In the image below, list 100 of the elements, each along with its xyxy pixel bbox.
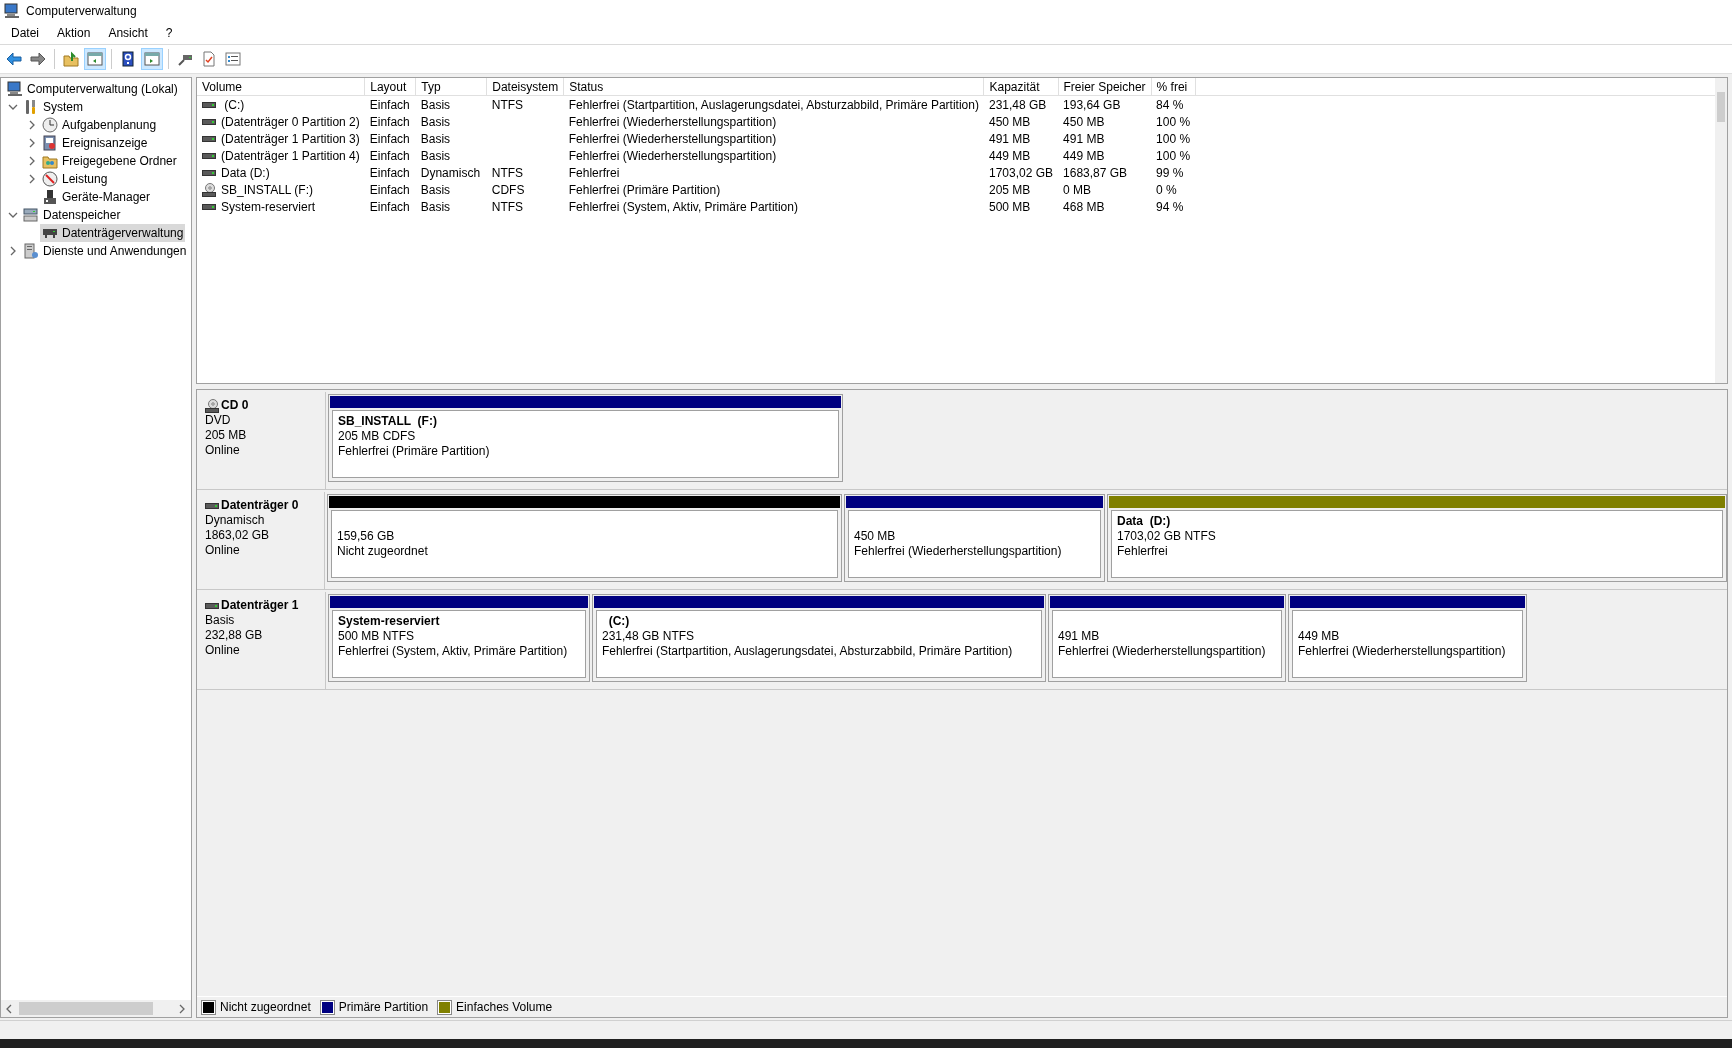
tree-item[interactable]: Leistung	[40, 170, 110, 188]
partition-name: System-reserviert	[338, 614, 441, 629]
partition-status: Fehlerfrei (Startpartition, Auslagerungsdatei, Absturzabbild, Primäre Partition)	[602, 644, 1014, 659]
table-cell: 100 %	[1156, 114, 1191, 129]
table-cell: (Datenträger 0 Partition 2)	[221, 114, 360, 129]
help-icon	[120, 51, 136, 67]
tree-item[interactable]: Geräte-Manager	[40, 188, 153, 206]
table-cell: Einfach	[369, 148, 410, 163]
horizontal-scrollbar[interactable]	[1, 1000, 191, 1017]
partition-block[interactable]: (C:) 231,48 GB NTFS Fehlerfrei (Startpartition, Auslagerungsdatei, Absturzabbild, Primäre Partition)	[592, 594, 1046, 682]
partition-name: (C:)	[607, 614, 631, 629]
disk-name: Datenträger 1	[221, 598, 299, 613]
menu-item[interactable]: ?	[156, 26, 182, 40]
computer-icon	[4, 3, 20, 19]
table-cell: 491 MB	[1063, 131, 1105, 146]
table-cell: Einfach	[369, 199, 410, 214]
optical-drive-icon	[205, 398, 219, 413]
table-cell: 1703,02 GB	[988, 165, 1054, 180]
menu-item[interactable]: Aktion	[48, 26, 100, 40]
storage-icon	[23, 207, 39, 223]
table-cell: (Datenträger 1 Partition 3)	[221, 131, 360, 146]
tree-item[interactable]: Datenträgerverwaltung	[40, 224, 186, 242]
table-cell: NTFS	[491, 97, 524, 112]
table-cell: 0 MB	[1063, 182, 1092, 197]
table-cell: Fehlerfrei (Primäre Partition)	[568, 182, 721, 197]
column-header[interactable]: Freier Speicher	[1058, 78, 1152, 96]
column-header[interactable]: Status	[563, 78, 984, 96]
partition-block[interactable]: 450 MB Fehlerfrei (Wiederherstellungspartition)	[844, 494, 1105, 582]
table-cell: Basis	[420, 148, 451, 163]
table-cell: 84 %	[1156, 97, 1184, 112]
legend-label: Nicht zugeordnet	[220, 1000, 311, 1014]
check-document-icon	[201, 51, 217, 67]
disk-state: Online	[205, 543, 241, 558]
back-arrow-icon	[6, 51, 22, 67]
table-cell: Einfach	[369, 165, 410, 180]
column-header[interactable]: Kapazität	[983, 78, 1059, 96]
table-cell: 450 MB	[988, 114, 1031, 129]
table-cell: 1683,87 GB	[1063, 165, 1128, 180]
table-cell: Einfach	[369, 97, 410, 112]
table-cell: Basis	[420, 182, 451, 197]
table-cell: Basis	[420, 131, 451, 146]
legend-label: Primäre Partition	[338, 1000, 429, 1014]
partition-status: Fehlerfrei (Primäre Partition)	[338, 444, 491, 459]
vertical-scrollbar[interactable]	[1715, 78, 1727, 383]
partition-status: Fehlerfrei (Wiederherstellungspartition)	[1058, 644, 1267, 659]
table-cell: Fehlerfrei (Wiederherstellungspartition)	[568, 114, 777, 129]
partition-size: 450 MB	[854, 529, 897, 544]
menu-item[interactable]: Ansicht	[99, 26, 157, 40]
tree-item[interactable]: Datenspeicher	[21, 206, 123, 224]
partition-name: Data (D:)	[1117, 514, 1172, 529]
partition-block[interactable]: 159,56 GB Nicht zugeordnet	[327, 494, 842, 582]
table-cell: 100 %	[1156, 148, 1191, 163]
table-cell: (Datenträger 1 Partition 4)	[221, 148, 360, 163]
disk-name: Datenträger 0	[221, 498, 299, 513]
table-cell: Einfach	[369, 114, 410, 129]
clock-icon	[42, 117, 58, 133]
tree-item[interactable]: Dienste und Anwendungen	[21, 242, 189, 260]
pane-layout-icon	[87, 51, 103, 67]
log-book-icon	[42, 135, 58, 151]
disk-type: DVD	[205, 413, 232, 428]
table-cell: Fehlerfrei (System, Aktiv, Primäre Partition)	[568, 199, 798, 214]
table-cell: Basis	[420, 199, 451, 214]
disk-drive-icon	[202, 202, 216, 211]
column-header[interactable]: Layout	[364, 78, 416, 96]
tree-item[interactable]: System	[21, 98, 85, 116]
column-header[interactable]: Typ	[415, 78, 487, 96]
partition-block[interactable]: System-reserviert 500 MB NTFS Fehlerfrei (System, Aktiv, Primäre Partition)	[328, 594, 590, 682]
tree-item[interactable]: Computerverwaltung (Lokal)	[5, 80, 180, 98]
partition-size: 205 MB CDFS	[338, 429, 417, 444]
disk-size: 205 MB	[205, 428, 248, 443]
column-header[interactable]: Volume	[197, 78, 365, 96]
partition-size: 491 MB	[1058, 629, 1101, 644]
table-cell: Data (D:)	[221, 165, 270, 180]
table-cell: 491 MB	[988, 131, 1031, 146]
disk-drive-icon	[202, 151, 216, 160]
column-header[interactable]: % frei	[1151, 78, 1196, 96]
table-cell: Fehlerfrei (Startpartition, Auslagerungsdatei, Absturzabbild, Primäre Partition)	[568, 97, 979, 112]
partition-block[interactable]: SB_INSTALL (F:) 205 MB CDFS Fehlerfrei (Primäre Partition)	[328, 394, 843, 482]
device-icon	[42, 189, 58, 205]
folder-up-icon	[63, 51, 79, 67]
table-cell: 468 MB	[1063, 199, 1105, 214]
tree-item[interactable]: Aufgabenplanung	[40, 116, 159, 134]
table-cell: 450 MB	[1063, 114, 1105, 129]
table-cell: Fehlerfrei	[568, 165, 620, 180]
partition-block[interactable]: 449 MB Fehlerfrei (Wiederherstellungspartition)	[1288, 594, 1527, 682]
column-header[interactable]: Dateisystem	[486, 78, 564, 96]
menu-item[interactable]: Datei	[2, 26, 48, 40]
table-cell: 449 MB	[1063, 148, 1105, 163]
partition-size: 1703,02 GB NTFS	[1117, 529, 1217, 544]
table-cell: 100 %	[1156, 131, 1191, 146]
forward-arrow-icon	[30, 51, 46, 67]
disk-type: Basis	[205, 613, 236, 628]
partition-block[interactable]: Data (D:) 1703,02 GB NTFS Fehlerfrei	[1107, 494, 1727, 582]
disk-name: CD 0	[221, 398, 249, 413]
partition-block[interactable]: 491 MB Fehlerfrei (Wiederherstellungspartition)	[1048, 594, 1286, 682]
table-cell: 205 MB	[988, 182, 1031, 197]
tree-item[interactable]: Freigegebene Ordner	[40, 152, 179, 170]
table-cell: 94 %	[1156, 199, 1184, 214]
disk-size: 1863,02 GB	[205, 528, 271, 543]
tree-item[interactable]: Ereignisanzeige	[40, 134, 150, 152]
